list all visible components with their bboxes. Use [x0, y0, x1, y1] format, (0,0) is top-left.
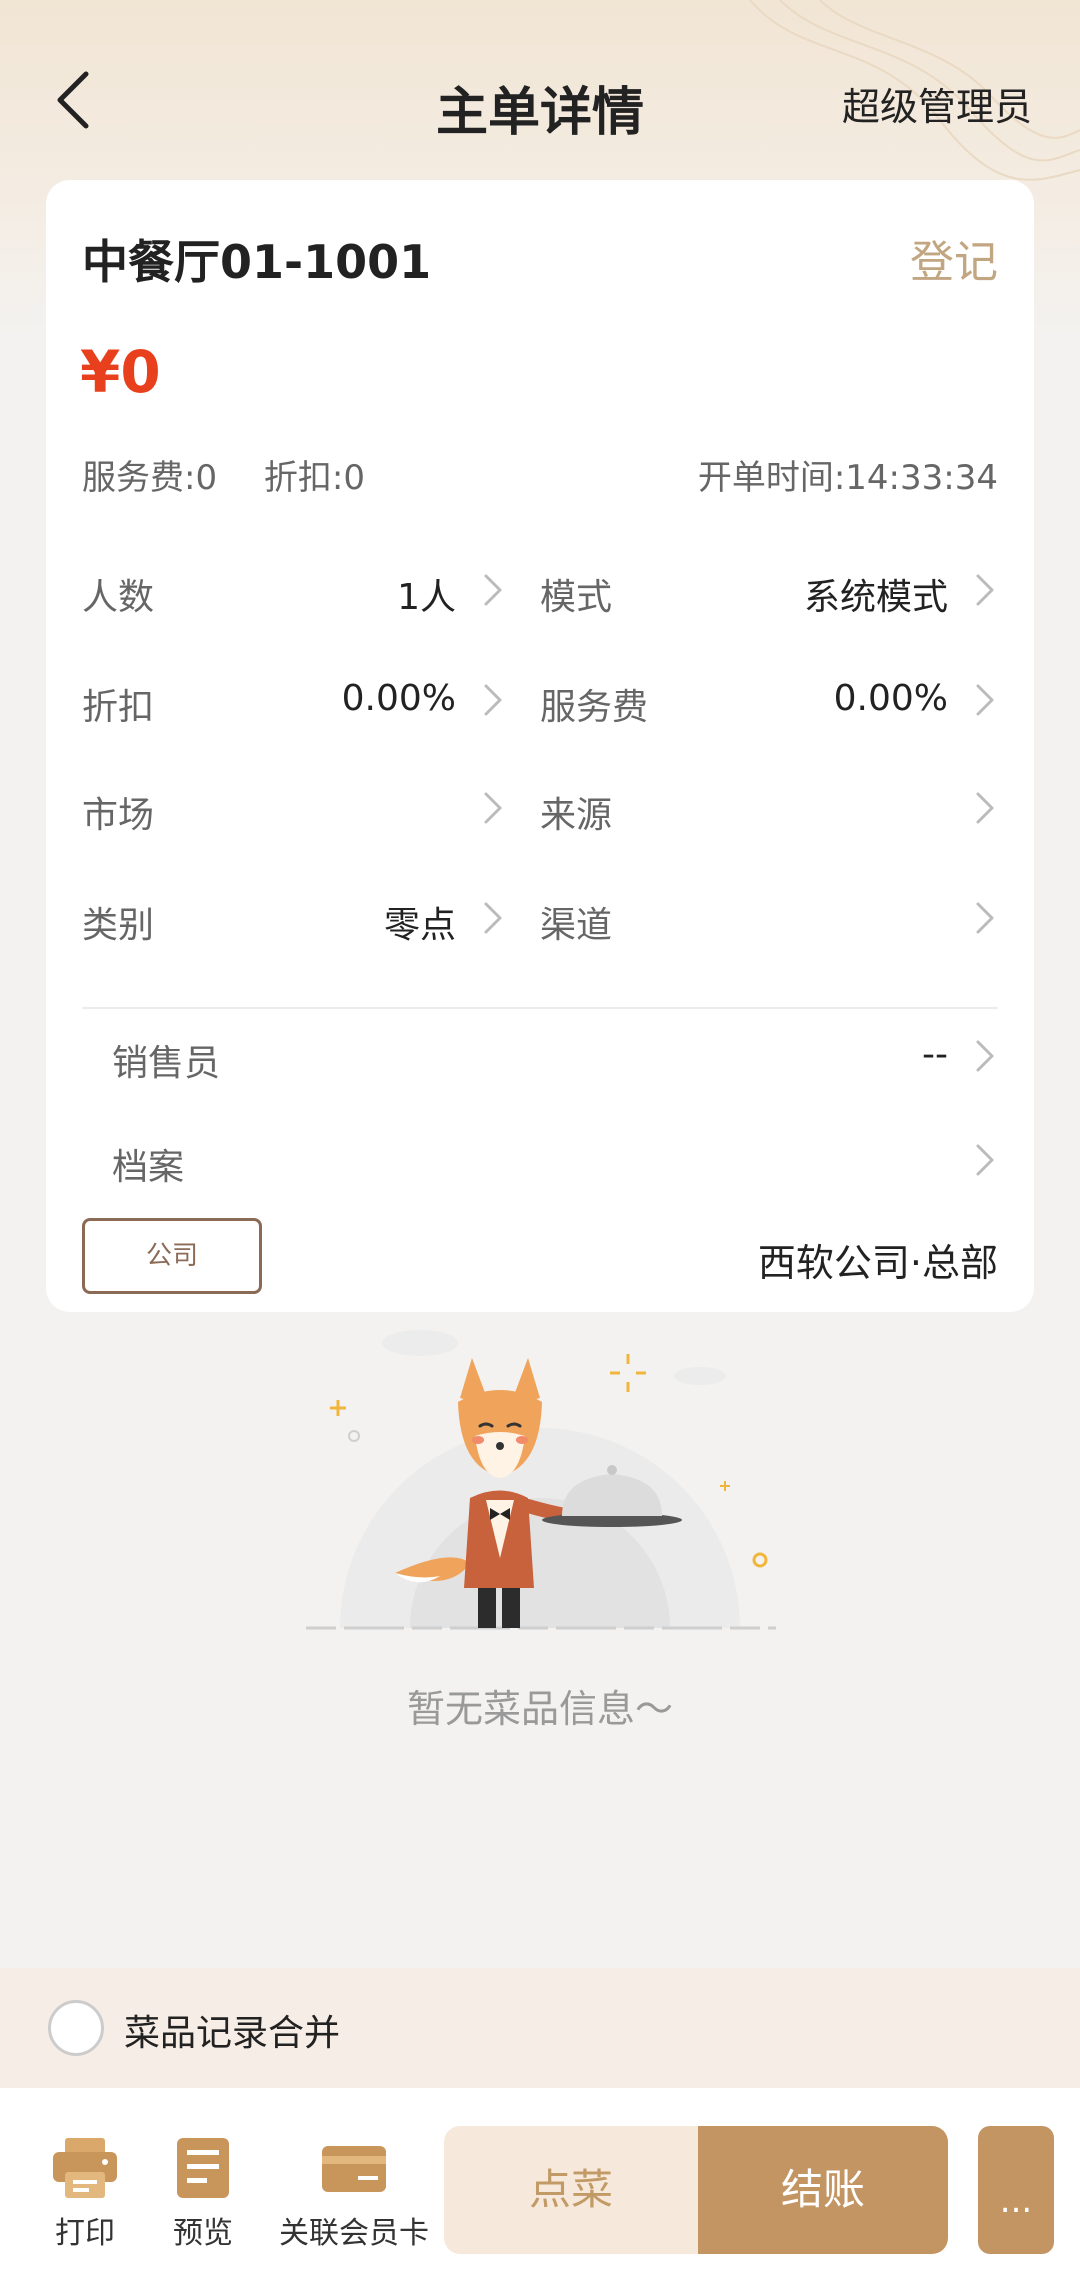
empty-fox-waiter-illustration — [306, 1330, 776, 1630]
print-button[interactable]: 打印 — [40, 2136, 130, 2252]
chevron-right-icon — [976, 1040, 994, 1072]
field-channel[interactable]: 渠道 — [540, 888, 998, 948]
field-people[interactable]: 人数 1人 — [82, 560, 506, 620]
company-name: 西软公司·总部 — [757, 1241, 998, 1285]
chevron-right-icon — [484, 792, 502, 824]
user-role[interactable]: 超级管理员 — [842, 76, 1032, 131]
open-time: 开单时间:14:33:34 — [697, 458, 998, 498]
chevron-right-icon — [976, 902, 994, 934]
chevron-right-icon — [484, 574, 502, 606]
chevron-right-icon — [484, 902, 502, 934]
member-card-label: 关联会员卡 — [279, 2216, 429, 2251]
field-label: 折扣 — [82, 687, 155, 728]
link-member-card-button[interactable]: 关联会员卡 — [276, 2136, 432, 2252]
field-label: 来源 — [540, 795, 613, 836]
order-dishes-button[interactable]: 点菜 — [444, 2126, 698, 2254]
field-label: 档案 — [112, 1147, 185, 1188]
discount-summary: 折扣:0 — [263, 458, 365, 498]
field-label: 类别 — [82, 905, 155, 946]
field-market[interactable]: 市场 — [82, 778, 506, 838]
document-icon — [177, 2138, 229, 2198]
field-discount[interactable]: 折扣 0.00% — [82, 670, 506, 730]
print-label: 打印 — [55, 2216, 115, 2251]
more-button[interactable]: ... — [978, 2126, 1054, 2254]
card-icon — [322, 2146, 386, 2192]
preview-label: 预览 — [173, 2216, 233, 2251]
section-divider — [82, 1007, 998, 1009]
order-amount: ¥0 — [80, 338, 161, 406]
chevron-right-icon — [976, 574, 994, 606]
checkout-button[interactable]: 结账 — [698, 2126, 948, 2254]
merge-label[interactable]: 菜品记录合并 — [124, 2004, 340, 2056]
register-link[interactable]: 登记 — [910, 226, 998, 290]
field-value: 0.00% — [341, 678, 456, 719]
field-value: -- — [922, 1034, 948, 1075]
chevron-right-icon — [976, 1144, 994, 1176]
field-archive[interactable]: 档案 — [112, 1130, 998, 1190]
chevron-right-icon — [976, 684, 994, 716]
field-value: 1人 — [397, 577, 456, 618]
field-value: 零点 — [383, 905, 456, 946]
field-label: 渠道 — [540, 905, 613, 946]
company-tag[interactable]: 公司 — [82, 1218, 262, 1294]
field-value: 0.00% — [833, 678, 948, 719]
merge-bar: 菜品记录合并 — [0, 1968, 1080, 2088]
field-label: 人数 — [82, 577, 155, 618]
printer-icon — [53, 2138, 117, 2198]
service-fee-summary: 服务费:0 — [82, 458, 218, 498]
order-meta-row: 服务费:0 折扣:0 开单时间:14:33:34 — [82, 450, 998, 499]
field-label: 模式 — [540, 577, 613, 618]
empty-state-text: 暂无菜品信息～ — [406, 1687, 673, 1731]
field-service-fee[interactable]: 服务费 0.00% — [540, 670, 998, 730]
field-label: 服务费 — [540, 687, 649, 728]
chevron-right-icon — [976, 792, 994, 824]
field-source[interactable]: 来源 — [540, 778, 998, 838]
field-label: 销售员 — [112, 1043, 221, 1084]
bottom-toolbar: 打印 预览 关联会员卡 点菜 结账 ... — [0, 2088, 1080, 2288]
field-label: 市场 — [82, 795, 155, 836]
room-name: 中餐厅01-1001 — [82, 235, 432, 289]
order-detail-card: 中餐厅01-1001 登记 ¥0 服务费:0 折扣:0 开单时间:14:33:3… — [46, 180, 1034, 1312]
preview-button[interactable]: 预览 — [158, 2136, 248, 2252]
field-value: 系统模式 — [803, 577, 948, 618]
field-category[interactable]: 类别 零点 — [82, 888, 506, 948]
merge-radio[interactable] — [48, 2000, 104, 2056]
field-mode[interactable]: 模式 系统模式 — [540, 560, 998, 620]
chevron-right-icon — [484, 684, 502, 716]
app-header: 主单详情 超级管理员 — [0, 40, 1080, 160]
field-salesperson[interactable]: 销售员 -- — [112, 1026, 998, 1086]
